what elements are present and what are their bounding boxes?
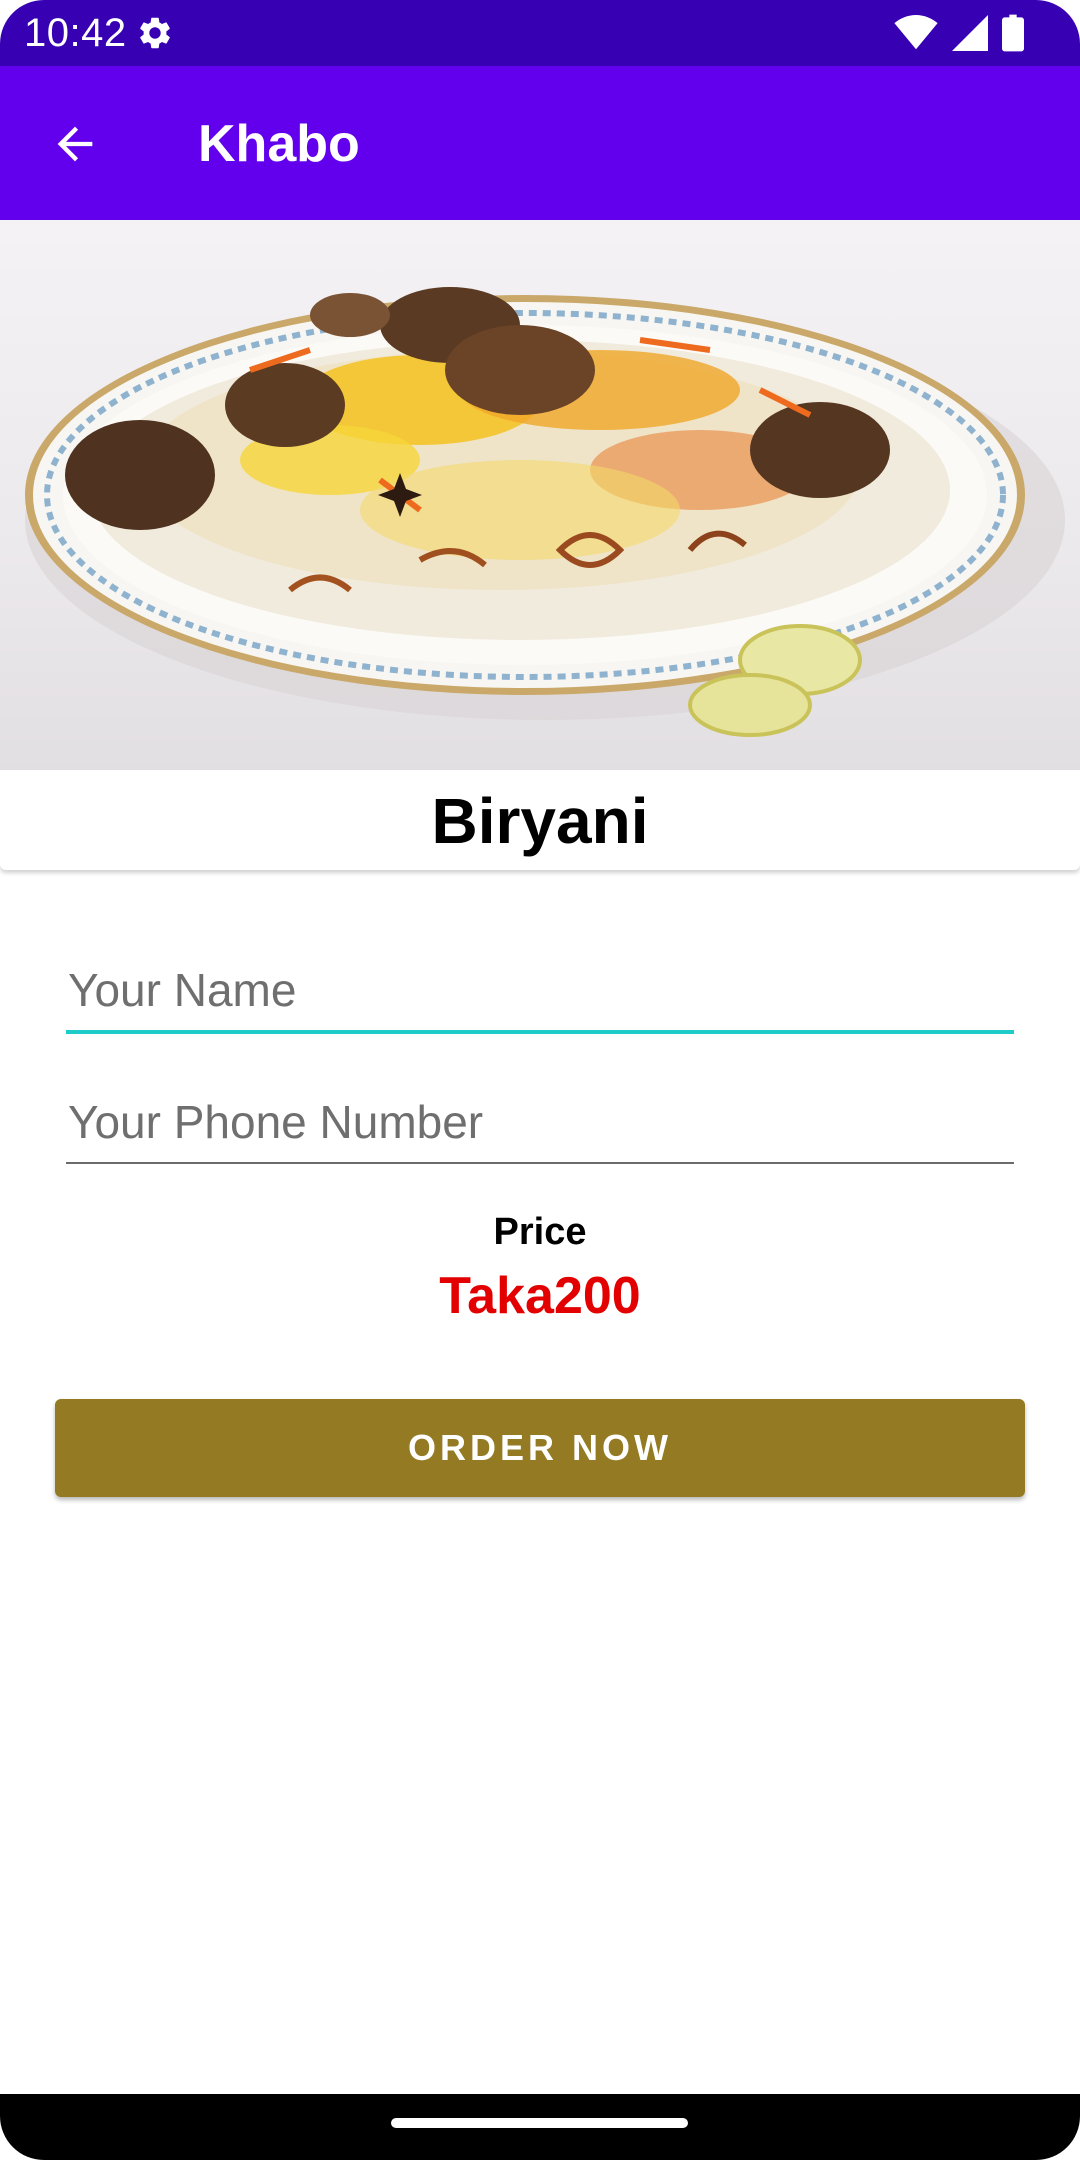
- screen: 10:42 Khabo Biryani Your Name Your Phone…: [0, 0, 1080, 2160]
- app-title: Khabo: [198, 115, 360, 173]
- price-value: Taka200: [439, 1267, 641, 1325]
- order-now-button[interactable]: ORDER NOW: [55, 1399, 1025, 1497]
- wifi-icon: [894, 15, 938, 50]
- status-icons: [894, 14, 1024, 52]
- title-card: Biryani: [0, 770, 1080, 870]
- status-time: 10:42: [24, 11, 127, 55]
- navigation-bar: [0, 2094, 1080, 2160]
- gear-icon: [140, 17, 170, 49]
- biryani-plate-illustration: [25, 287, 1065, 737]
- dish-name: Biryani: [431, 785, 649, 857]
- name-field-wrap: [66, 950, 1014, 1034]
- home-handle[interactable]: [391, 2118, 688, 2128]
- phone-field-wrap: [66, 1082, 1014, 1164]
- status-bar: 10:42: [0, 0, 1080, 66]
- signal-icon: [952, 15, 988, 51]
- name-input-underline: [66, 1030, 1014, 1034]
- price-label: Price: [493, 1211, 587, 1253]
- arrow-left-icon: [57, 126, 93, 162]
- back-button[interactable]: [42, 111, 108, 177]
- phone-input[interactable]: [66, 1082, 1014, 1162]
- food-image: [0, 220, 1080, 770]
- battery-icon: [1002, 14, 1024, 52]
- app-bar: Khabo: [0, 66, 1080, 220]
- phone-input-underline: [66, 1162, 1014, 1164]
- name-input[interactable]: [66, 950, 1014, 1030]
